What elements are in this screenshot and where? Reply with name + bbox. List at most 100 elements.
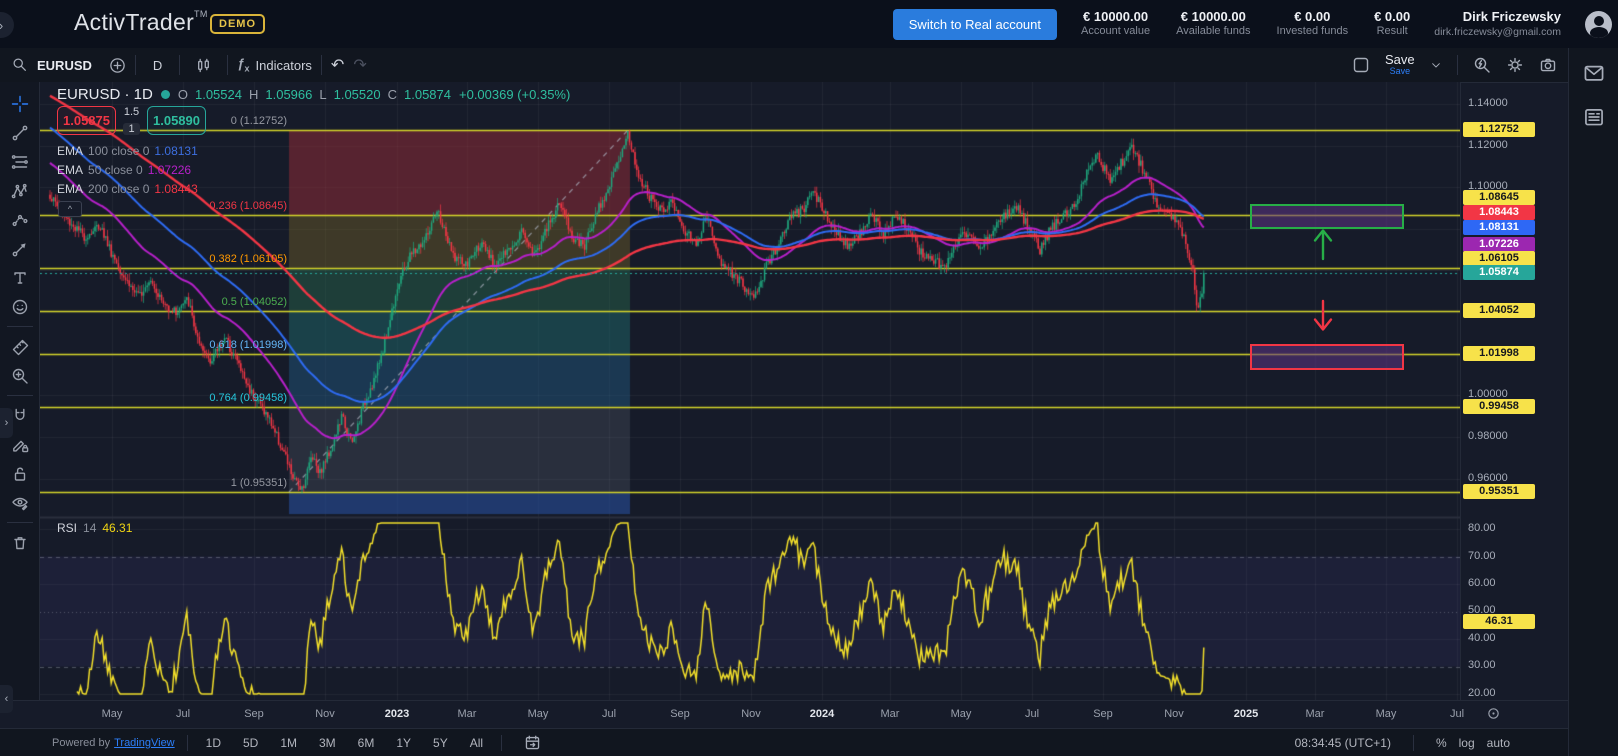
chevron-left-icon: ‹ — [5, 693, 9, 705]
scale-mode-log[interactable]: log — [1459, 736, 1475, 750]
scale-mode-percent[interactable]: % — [1436, 736, 1447, 750]
axis-tick-label: 60.00 — [1468, 577, 1496, 589]
divider — [187, 735, 188, 751]
eye-drawings-tool-icon[interactable] — [5, 488, 35, 517]
price-label-chip: 1.08131 — [1463, 220, 1535, 235]
unlock-tool-icon[interactable] — [5, 459, 35, 488]
range-buttons: 1D 5D 1M 3M 6M 1Y 5Y All — [200, 734, 489, 752]
quick-search-icon[interactable] — [1473, 56, 1491, 74]
range-button-1d[interactable]: 1D — [200, 734, 227, 752]
divider — [7, 326, 33, 327]
symbol-search-button[interactable]: EURUSD — [37, 58, 92, 73]
news-icon[interactable] — [1583, 106, 1605, 128]
axis-tick-label: 0.98000 — [1468, 430, 1508, 442]
account-header: › ActivTraderTM DEMO Switch to Real acco… — [0, 0, 1618, 49]
price-label-chip: 46.31 — [1463, 614, 1535, 629]
stat-label: Account value — [1081, 25, 1150, 39]
time-axis-label: Jul — [1025, 708, 1039, 720]
chart-toolbar-left: EURUSD D ƒx Indicators ↶ ↷ — [12, 48, 367, 82]
indicators-button[interactable]: ƒx Indicators — [237, 56, 312, 74]
sidebar-expand-chevron[interactable]: › — [0, 408, 13, 438]
trend-line-tool-icon[interactable] — [5, 118, 35, 147]
account-stat: € 10000.00Account value — [1081, 9, 1150, 39]
drawing-toolbar — [0, 82, 40, 700]
zoom-in-tool-icon[interactable] — [5, 361, 35, 390]
divider — [227, 55, 228, 75]
time-axis-label: Nov — [741, 708, 761, 720]
time-axis-label: May — [951, 708, 972, 720]
stat-label: Invested funds — [1277, 25, 1349, 39]
scale-mode-buttons: % logauto — [1436, 736, 1510, 750]
save-sub-label: Save — [1390, 67, 1411, 76]
powered-by-label: Powered by — [52, 737, 110, 749]
activtrader-logo: ActivTraderTM — [74, 9, 208, 36]
undo-button[interactable]: ↶ — [331, 55, 344, 75]
envelope-icon[interactable] — [1583, 62, 1605, 84]
save-layout-button[interactable]: Save Save — [1385, 53, 1415, 76]
range-button-1y[interactable]: 1Y — [390, 734, 417, 752]
compare-add-icon[interactable] — [109, 57, 126, 74]
arrow-marker-tool-icon[interactable] — [5, 234, 35, 263]
clock[interactable]: 08:34:45 (UTC+1) — [1295, 736, 1391, 750]
price-label-chip: 0.95351 — [1463, 484, 1535, 499]
switch-to-real-button[interactable]: Switch to Real account — [893, 9, 1057, 40]
time-axis-label: May — [1376, 708, 1397, 720]
chart-toolbar: EURUSD D ƒx Indicators ↶ ↷ Save Save — [0, 48, 1618, 83]
forecast-tool-icon[interactable] — [5, 205, 35, 234]
time-axis-label: Jul — [1450, 708, 1464, 720]
emoji-tool-icon[interactable] — [5, 292, 35, 321]
axis-tick-label: 40.00 — [1468, 632, 1496, 644]
avatar[interactable] — [1585, 11, 1612, 38]
price-label-chip: 1.07226 — [1463, 237, 1535, 252]
divider — [179, 55, 180, 75]
search-icon[interactable] — [12, 57, 28, 73]
range-button-3m[interactable]: 3M — [313, 734, 342, 752]
trademark: TM — [194, 9, 208, 19]
xabcd-pattern-tool-icon[interactable] — [5, 176, 35, 205]
trash-tool-icon[interactable] — [5, 528, 35, 557]
redo-button[interactable]: ↷ — [353, 55, 366, 75]
crosshair-tool-icon[interactable] — [5, 89, 35, 118]
chevron-down-icon[interactable] — [1430, 59, 1442, 71]
divider — [7, 522, 33, 523]
range-button-all[interactable]: All — [464, 734, 489, 752]
range-button-6m[interactable]: 6M — [352, 734, 381, 752]
scale-settings-icon[interactable] — [1486, 706, 1501, 721]
time-axis-label: Nov — [315, 708, 335, 720]
axis-tick-label: 1.12000 — [1468, 139, 1508, 151]
time-axis[interactable]: ‹ MayJulSepNov2023MarMayJulSepNov2024Mar… — [0, 700, 1568, 729]
account-stat: € 0.00Invested funds — [1277, 9, 1349, 39]
panel-expand-chevron[interactable]: › — [0, 12, 14, 38]
stat-value: € 10000.00 — [1181, 9, 1246, 25]
indicators-label: Indicators — [256, 58, 312, 73]
range-button-1m[interactable]: 1M — [274, 734, 303, 752]
range-button-5d[interactable]: 5D — [237, 734, 264, 752]
chart-type-candles-icon[interactable] — [189, 57, 218, 74]
go-to-date-icon[interactable] — [524, 734, 541, 751]
scale-mode-auto[interactable]: auto — [1487, 736, 1510, 750]
header-right: Switch to Real account € 10000.00Account… — [893, 0, 1612, 48]
text-tool-tool-icon[interactable] — [5, 263, 35, 292]
price-scale[interactable]: 1.140001.120001.100001.000000.980000.960… — [1460, 82, 1569, 700]
time-axis-label: Sep — [1093, 708, 1113, 720]
axis-tick-label: 70.00 — [1468, 550, 1496, 562]
timeline-collapse-chevron[interactable]: ‹ — [0, 685, 13, 713]
fib-lines-tool-icon[interactable] — [5, 147, 35, 176]
price-chart-canvas[interactable] — [40, 82, 1460, 700]
time-axis-label: Nov — [1164, 708, 1184, 720]
axis-tick-label: 30.00 — [1468, 659, 1496, 671]
tradingview-link[interactable]: TradingView — [114, 737, 175, 749]
time-axis-label: Mar — [881, 708, 900, 720]
time-axis-label: Sep — [244, 708, 264, 720]
range-button-5y[interactable]: 5Y — [427, 734, 454, 752]
snapshot-camera-icon[interactable] — [1539, 56, 1557, 74]
layout-square-icon[interactable] — [1352, 56, 1370, 74]
stat-value: € 0.00 — [1294, 9, 1330, 25]
ruler-tool-icon[interactable] — [5, 332, 35, 361]
chevron-right-icon: › — [0, 18, 3, 33]
user-block[interactable]: Dirk Friczewsky dirk.friczewsky@gmail.co… — [1434, 9, 1561, 40]
interval-button[interactable]: D — [145, 58, 170, 73]
settings-gear-icon[interactable] — [1506, 56, 1524, 74]
stat-label: Result — [1377, 25, 1408, 39]
divider — [135, 55, 136, 75]
